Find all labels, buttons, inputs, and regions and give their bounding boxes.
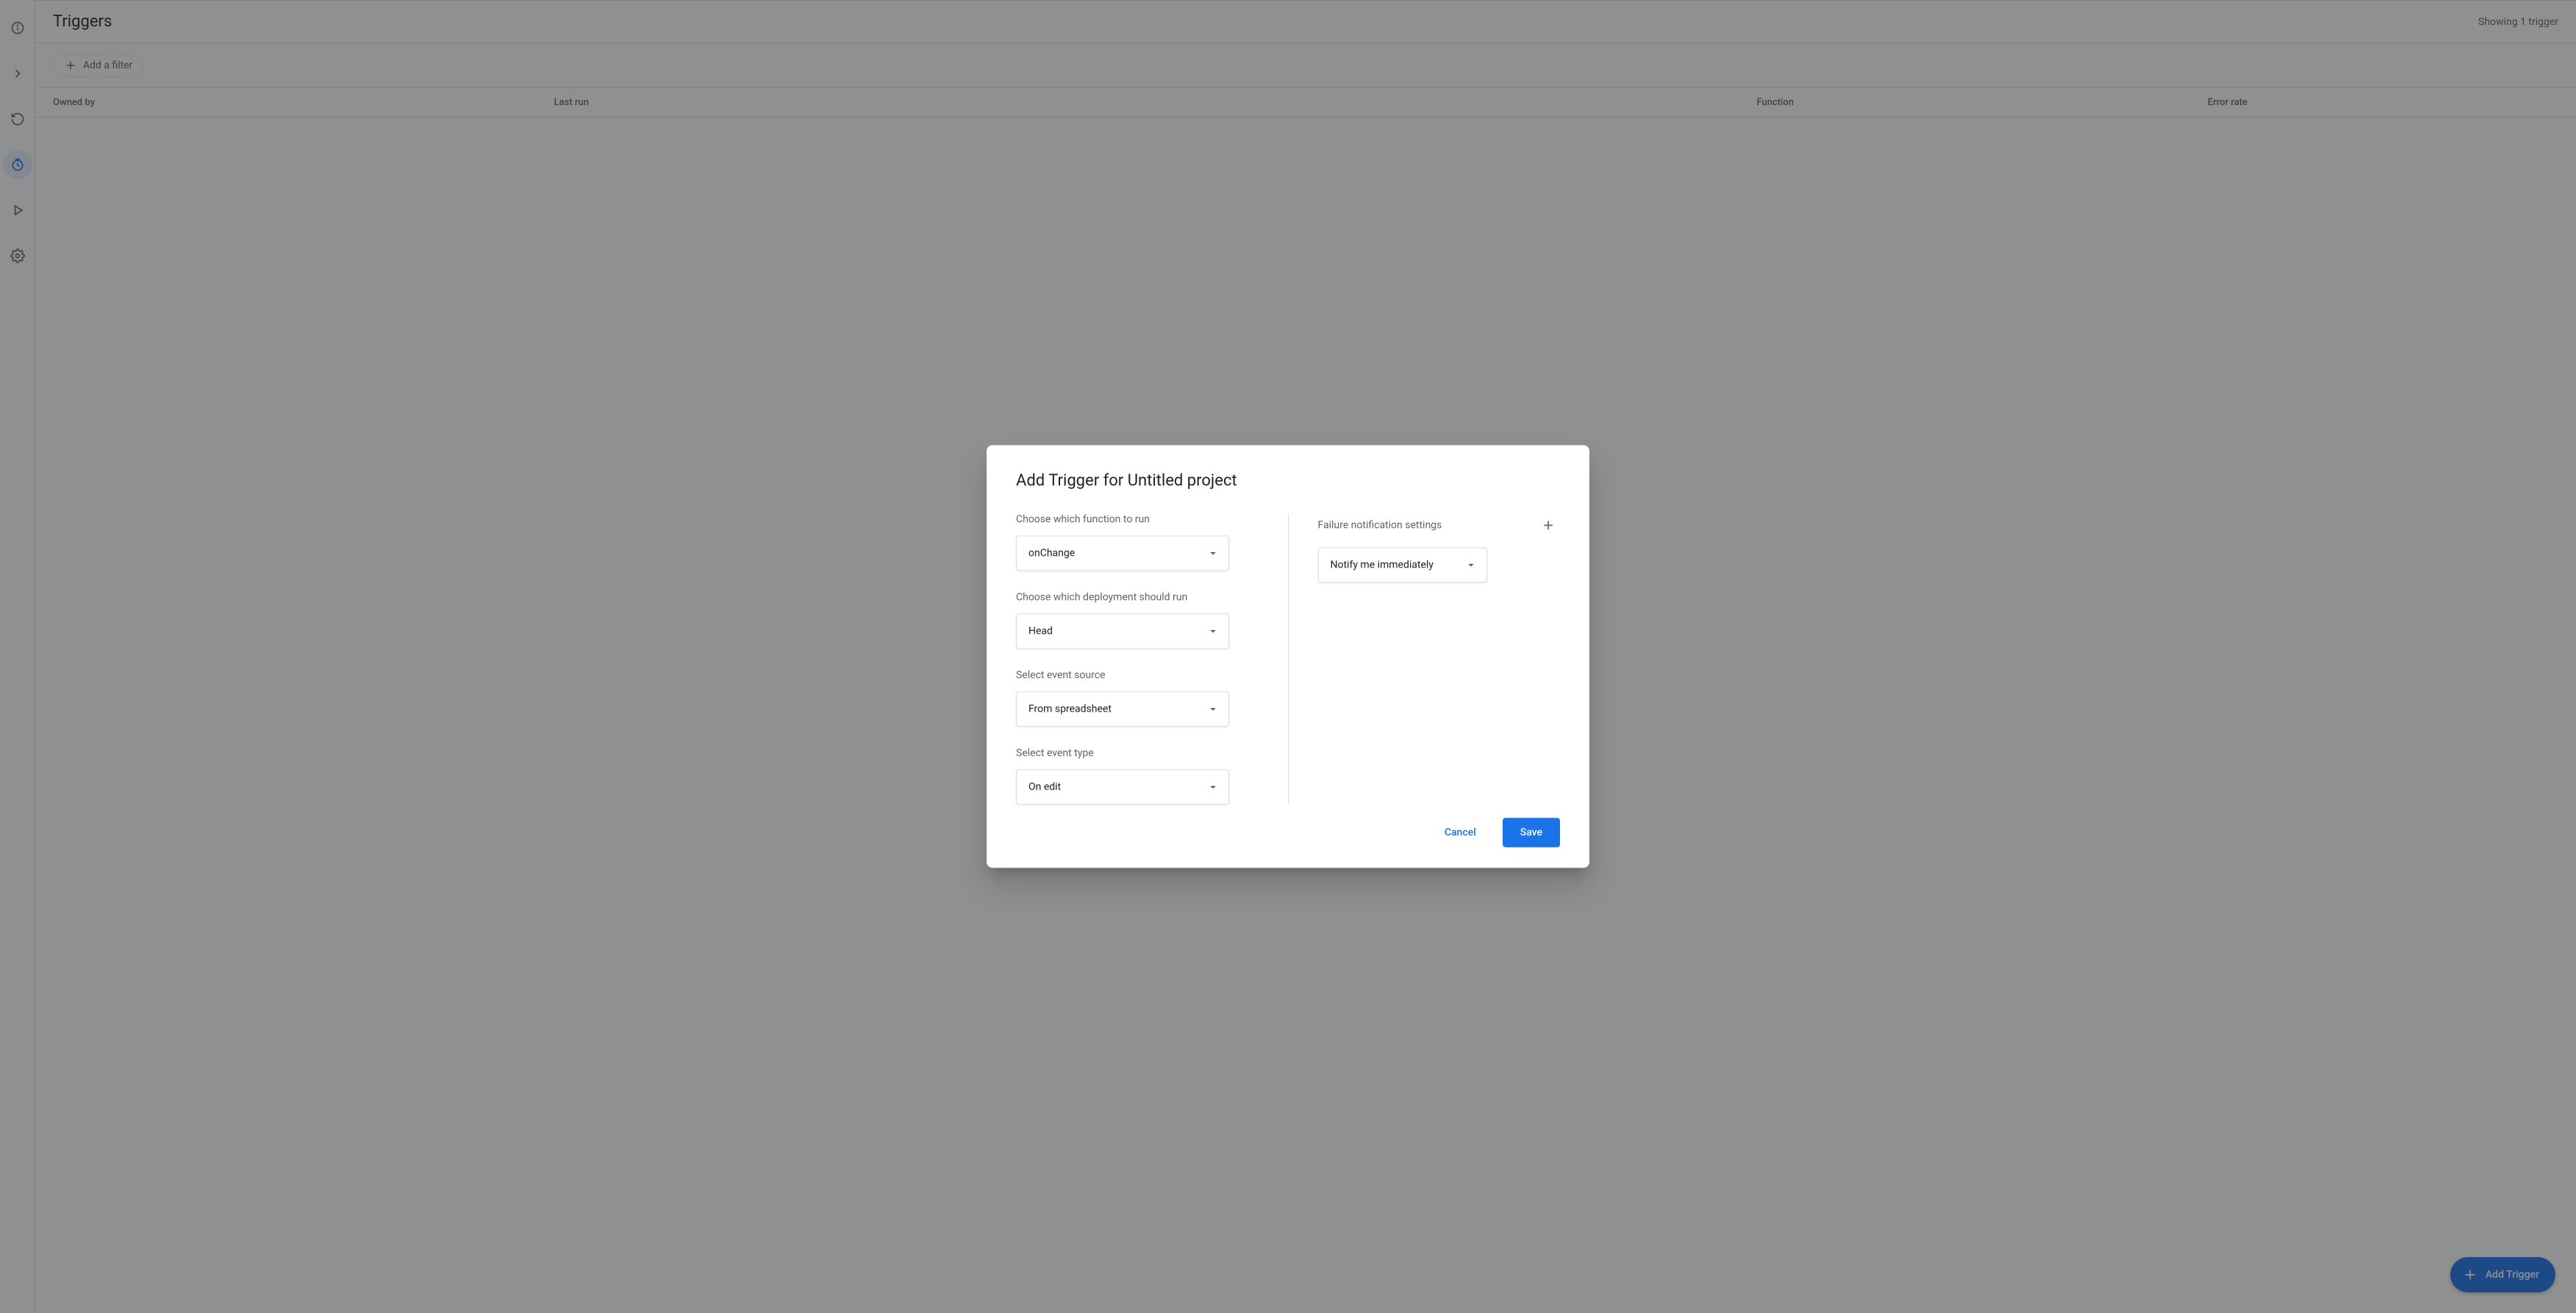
event-type-value: On edit bbox=[1028, 781, 1061, 793]
dialog-actions: Cancel Save bbox=[1016, 818, 1560, 848]
chevron-down-icon bbox=[1206, 547, 1220, 560]
dialog-right-column: Failure notification settings Notify me … bbox=[1289, 514, 1561, 805]
event-source-select[interactable]: From spreadsheet bbox=[1016, 692, 1229, 727]
notification-field: Failure notification settings Notify me … bbox=[1318, 514, 1561, 583]
function-value: onChange bbox=[1028, 548, 1075, 559]
event-source-value: From spreadsheet bbox=[1028, 704, 1112, 715]
dialog-left-column: Choose which function to run onChange Ch… bbox=[1016, 514, 1289, 805]
event-type-field: Select event type On edit bbox=[1016, 748, 1259, 805]
chevron-down-icon bbox=[1206, 781, 1220, 794]
event-type-label: Select event type bbox=[1016, 748, 1259, 759]
plus-icon bbox=[1541, 518, 1556, 533]
notification-value: Notify me immediately bbox=[1331, 559, 1434, 571]
deployment-value: Head bbox=[1028, 626, 1053, 637]
dialog-columns: Choose which function to run onChange Ch… bbox=[1016, 514, 1560, 805]
function-select[interactable]: onChange bbox=[1016, 536, 1229, 571]
function-label: Choose which function to run bbox=[1016, 514, 1259, 526]
event-source-field: Select event source From spreadsheet bbox=[1016, 670, 1259, 727]
add-notification-button[interactable] bbox=[1536, 514, 1560, 537]
function-field: Choose which function to run onChange bbox=[1016, 514, 1259, 571]
notification-select[interactable]: Notify me immediately bbox=[1318, 548, 1487, 583]
deployment-select[interactable]: Head bbox=[1016, 614, 1229, 649]
chevron-down-icon bbox=[1206, 703, 1220, 716]
event-type-select[interactable]: On edit bbox=[1016, 770, 1229, 805]
save-button[interactable]: Save bbox=[1503, 818, 1560, 848]
deployment-field: Choose which deployment should run Head bbox=[1016, 592, 1259, 649]
chevron-down-icon bbox=[1464, 559, 1478, 572]
deployment-label: Choose which deployment should run bbox=[1016, 592, 1259, 604]
add-trigger-dialog: Add Trigger for Untitled project Choose … bbox=[987, 446, 1589, 868]
dialog-title: Add Trigger for Untitled project bbox=[1016, 472, 1560, 490]
notification-label: Failure notification settings bbox=[1318, 520, 1442, 532]
cancel-button[interactable]: Cancel bbox=[1436, 821, 1485, 845]
event-source-label: Select event source bbox=[1016, 670, 1259, 681]
chevron-down-icon bbox=[1206, 625, 1220, 638]
